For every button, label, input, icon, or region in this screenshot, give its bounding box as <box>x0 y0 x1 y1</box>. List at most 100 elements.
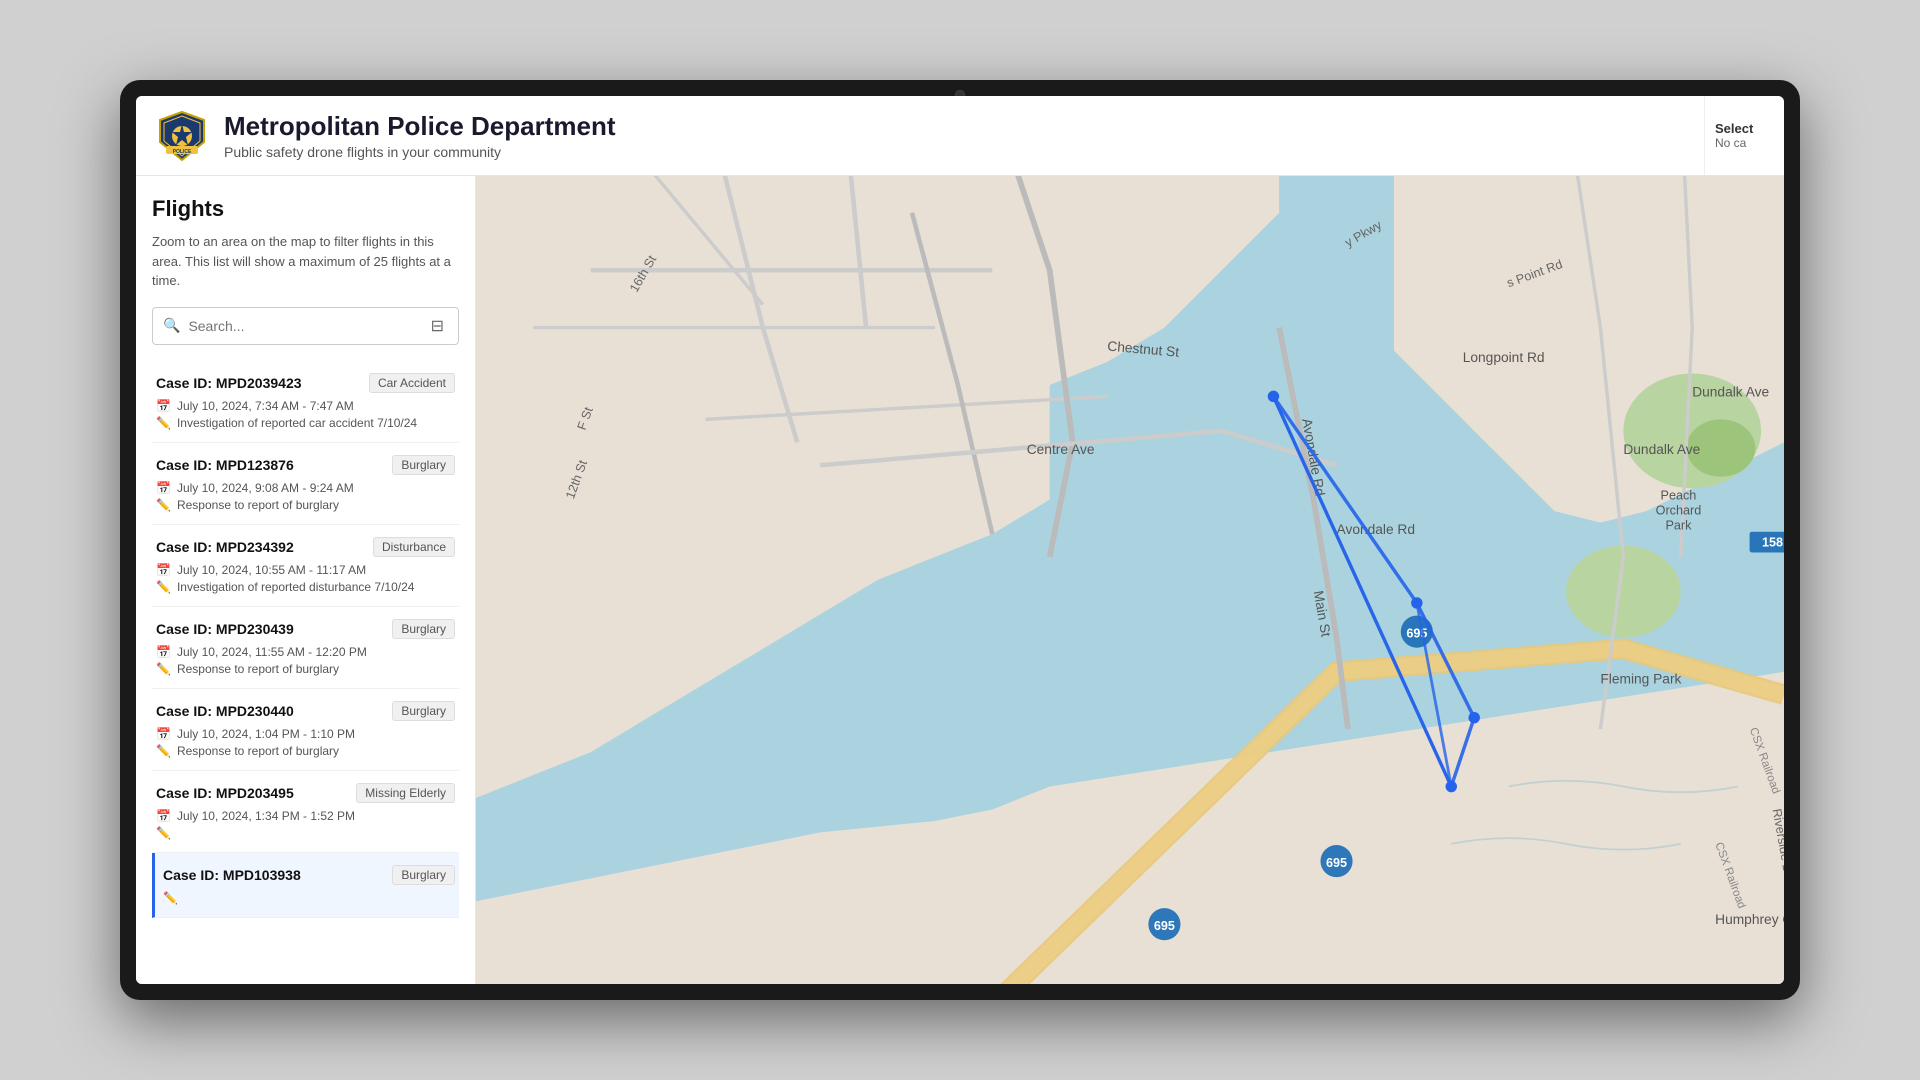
case-item[interactable]: Case ID: MPD230440 Burglary 📅 July 10, 2… <box>152 689 459 771</box>
case-description: Response to report of burglary <box>177 744 339 758</box>
case-description: Investigation of reported disturbance 7/… <box>177 580 415 594</box>
map-svg: 695 695 158 695 <box>476 176 1784 984</box>
svg-text:Avondale Rd: Avondale Rd <box>1337 522 1416 537</box>
case-header: Case ID: MPD203495 Missing Elderly <box>156 783 455 803</box>
case-header: Case ID: MPD230440 Burglary <box>156 701 455 721</box>
main-content: Flights Zoom to an area on the map to fi… <box>136 176 1784 984</box>
svg-text:695: 695 <box>1154 919 1175 933</box>
calendar-icon: 📅 <box>156 727 171 741</box>
case-meta: 📅 July 10, 2024, 9:08 AM - 9:24 AM <box>156 481 455 495</box>
case-meta: 📅 July 10, 2024, 1:04 PM - 1:10 PM <box>156 727 455 741</box>
calendar-icon: 📅 <box>156 481 171 495</box>
select-value: No ca <box>1715 136 1746 150</box>
flights-title: Flights <box>152 196 459 222</box>
search-bar[interactable]: 🔍 ⊟ <box>152 307 459 345</box>
case-header: Case ID: MPD2039423 Car Accident <box>156 373 455 393</box>
police-badge-logo: POLICE <box>156 110 208 162</box>
case-item[interactable]: Case ID: MPD203495 Missing Elderly 📅 Jul… <box>152 771 459 853</box>
case-desc-row: ✏️ Response to report of burglary <box>156 498 455 512</box>
case-item[interactable]: Case ID: MPD2039423 Car Accident 📅 July … <box>152 361 459 443</box>
case-tag: Burglary <box>392 701 455 721</box>
case-header: Case ID: MPD230439 Burglary <box>156 619 455 639</box>
case-meta: 📅 July 10, 2024, 11:55 AM - 12:20 PM <box>156 645 455 659</box>
svg-text:695: 695 <box>1326 856 1347 870</box>
case-date: July 10, 2024, 9:08 AM - 9:24 AM <box>177 481 354 495</box>
pencil-icon: ✏️ <box>156 826 171 840</box>
case-item[interactable]: Case ID: MPD123876 Burglary 📅 July 10, 2… <box>152 443 459 525</box>
case-meta: 📅 July 10, 2024, 1:34 PM - 1:52 PM <box>156 809 455 823</box>
case-item[interactable]: Case ID: MPD230439 Burglary 📅 July 10, 2… <box>152 607 459 689</box>
case-tag: Missing Elderly <box>356 783 455 803</box>
case-desc-row: ✏️ Investigation of reported disturbance… <box>156 580 455 594</box>
pencil-icon: ✏️ <box>156 580 171 594</box>
case-id: Case ID: MPD203495 <box>156 785 294 801</box>
svg-text:158: 158 <box>1762 536 1783 550</box>
case-meta: 📅 July 10, 2024, 10:55 AM - 11:17 AM <box>156 563 455 577</box>
pencil-icon: ✏️ <box>156 744 171 758</box>
calendar-icon: 📅 <box>156 563 171 577</box>
svg-text:Orchard: Orchard <box>1656 504 1702 518</box>
case-desc-row: ✏️ Investigation of reported car acciden… <box>156 416 455 430</box>
case-header: Case ID: MPD234392 Disturbance <box>156 537 455 557</box>
case-id: Case ID: MPD234392 <box>156 539 294 555</box>
cases-list: Case ID: MPD2039423 Car Accident 📅 July … <box>152 361 459 918</box>
case-date: July 10, 2024, 11:55 AM - 12:20 PM <box>177 645 367 659</box>
svg-text:Humphrey Creek: Humphrey Creek <box>1715 912 1784 927</box>
case-tag: Burglary <box>392 865 455 885</box>
header-text: Metropolitan Police Department Public sa… <box>224 111 1764 160</box>
search-input[interactable] <box>188 318 426 334</box>
case-meta: 📅 July 10, 2024, 7:34 AM - 7:47 AM <box>156 399 455 413</box>
case-tag: Disturbance <box>373 537 455 557</box>
case-date: July 10, 2024, 7:34 AM - 7:47 AM <box>177 399 354 413</box>
sidebar: Flights Zoom to an area on the map to fi… <box>136 176 476 984</box>
search-icon: 🔍 <box>163 317 180 334</box>
svg-text:Dundalk Ave: Dundalk Ave <box>1623 442 1700 457</box>
pencil-icon: ✏️ <box>156 662 171 676</box>
case-desc-row: ✏️ <box>156 826 455 840</box>
calendar-icon: 📅 <box>156 645 171 659</box>
device-frame: POLICE Metropolitan Police Department Pu… <box>120 80 1800 1000</box>
pencil-icon: ✏️ <box>156 416 171 430</box>
case-date: July 10, 2024, 1:34 PM - 1:52 PM <box>177 809 355 823</box>
case-id: Case ID: MPD2039423 <box>156 375 302 391</box>
case-tag: Burglary <box>392 455 455 475</box>
case-desc-row: ✏️ <box>163 891 455 905</box>
svg-text:Centre Ave: Centre Ave <box>1027 442 1095 457</box>
calendar-icon: 📅 <box>156 809 171 823</box>
svg-text:Peach: Peach <box>1661 489 1697 503</box>
calendar-icon: 📅 <box>156 399 171 413</box>
header-select-panel[interactable]: Select No ca <box>1704 96 1784 175</box>
screen: POLICE Metropolitan Police Department Pu… <box>136 96 1784 984</box>
case-id: Case ID: MPD230439 <box>156 621 294 637</box>
svg-text:Longpoint Rd: Longpoint Rd <box>1463 350 1545 365</box>
case-header: Case ID: MPD123876 Burglary <box>156 455 455 475</box>
case-description: Investigation of reported car accident 7… <box>177 416 417 430</box>
pencil-icon: ✏️ <box>163 891 178 905</box>
case-item[interactable]: Case ID: MPD103938 Burglary ✏️ <box>152 853 459 918</box>
filter-button[interactable]: ⊟ <box>427 314 448 338</box>
svg-text:Dundalk Ave: Dundalk Ave <box>1692 384 1769 399</box>
flights-description: Zoom to an area on the map to filter fli… <box>152 232 459 291</box>
case-desc-row: ✏️ Response to report of burglary <box>156 744 455 758</box>
header-title: Metropolitan Police Department <box>224 111 1764 142</box>
svg-text:Fleming Park: Fleming Park <box>1600 671 1681 686</box>
case-id: Case ID: MPD230440 <box>156 703 294 719</box>
map-area[interactable]: 695 695 158 695 <box>476 176 1784 984</box>
case-date: July 10, 2024, 10:55 AM - 11:17 AM <box>177 563 366 577</box>
case-id: Case ID: MPD123876 <box>156 457 294 473</box>
svg-text:Park: Park <box>1665 519 1692 533</box>
case-id: Case ID: MPD103938 <box>163 867 301 883</box>
svg-text:POLICE: POLICE <box>173 149 192 155</box>
header-subtitle: Public safety drone flights in your comm… <box>224 144 1764 160</box>
header: POLICE Metropolitan Police Department Pu… <box>136 96 1784 176</box>
case-item[interactable]: Case ID: MPD234392 Disturbance 📅 July 10… <box>152 525 459 607</box>
sidebar-inner: Flights Zoom to an area on the map to fi… <box>136 176 475 984</box>
case-header: Case ID: MPD103938 Burglary <box>163 865 455 885</box>
pencil-icon: ✏️ <box>156 498 171 512</box>
case-tag: Car Accident <box>369 373 455 393</box>
case-desc-row: ✏️ Response to report of burglary <box>156 662 455 676</box>
case-date: July 10, 2024, 1:04 PM - 1:10 PM <box>177 727 355 741</box>
case-description: Response to report of burglary <box>177 662 339 676</box>
case-description: Response to report of burglary <box>177 498 339 512</box>
case-tag: Burglary <box>392 619 455 639</box>
